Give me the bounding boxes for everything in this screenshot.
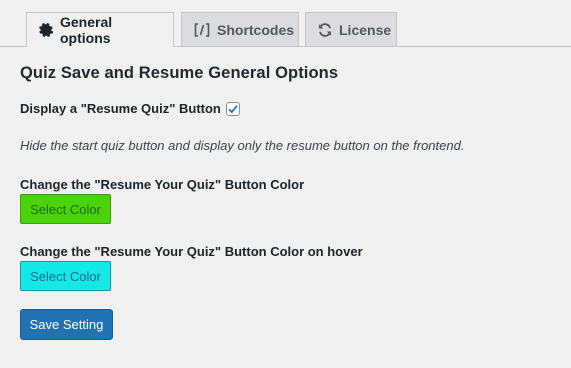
select-button-color-button[interactable]: Select Color (20, 194, 111, 224)
button-color-label: Change the "Resume Your Quiz" Button Col… (20, 177, 305, 192)
tab-label: License (339, 21, 392, 38)
resume-quiz-option-row: Display a "Resume Quiz" Button (20, 101, 240, 116)
shortcode-brackets-icon (193, 22, 211, 38)
settings-tabs: General options Shortcodes License (0, 0, 571, 47)
page-title: Quiz Save and Resume General Options (20, 64, 339, 82)
gear-icon (38, 22, 54, 38)
general-options-panel: Quiz Save and Resume General Options Dis… (20, 64, 560, 340)
button-hover-color-label: Change the "Resume Your Quiz" Button Col… (20, 244, 363, 259)
tab-license[interactable]: License (305, 12, 397, 46)
tab-general-options[interactable]: General options (26, 12, 174, 47)
refresh-icon (317, 22, 333, 38)
tab-shortcodes[interactable]: Shortcodes (181, 12, 299, 46)
select-hover-color-button[interactable]: Select Color (20, 261, 111, 291)
resume-quiz-checkbox[interactable] (225, 101, 240, 116)
tab-label: General options (60, 14, 113, 46)
checkmark-icon (228, 104, 238, 113)
resume-quiz-description: Hide the start quiz button and display o… (20, 138, 465, 153)
resume-quiz-label: Display a "Resume Quiz" Button (20, 101, 221, 116)
save-setting-button[interactable]: Save Setting (20, 309, 113, 340)
tab-label: Shortcodes (217, 21, 295, 38)
